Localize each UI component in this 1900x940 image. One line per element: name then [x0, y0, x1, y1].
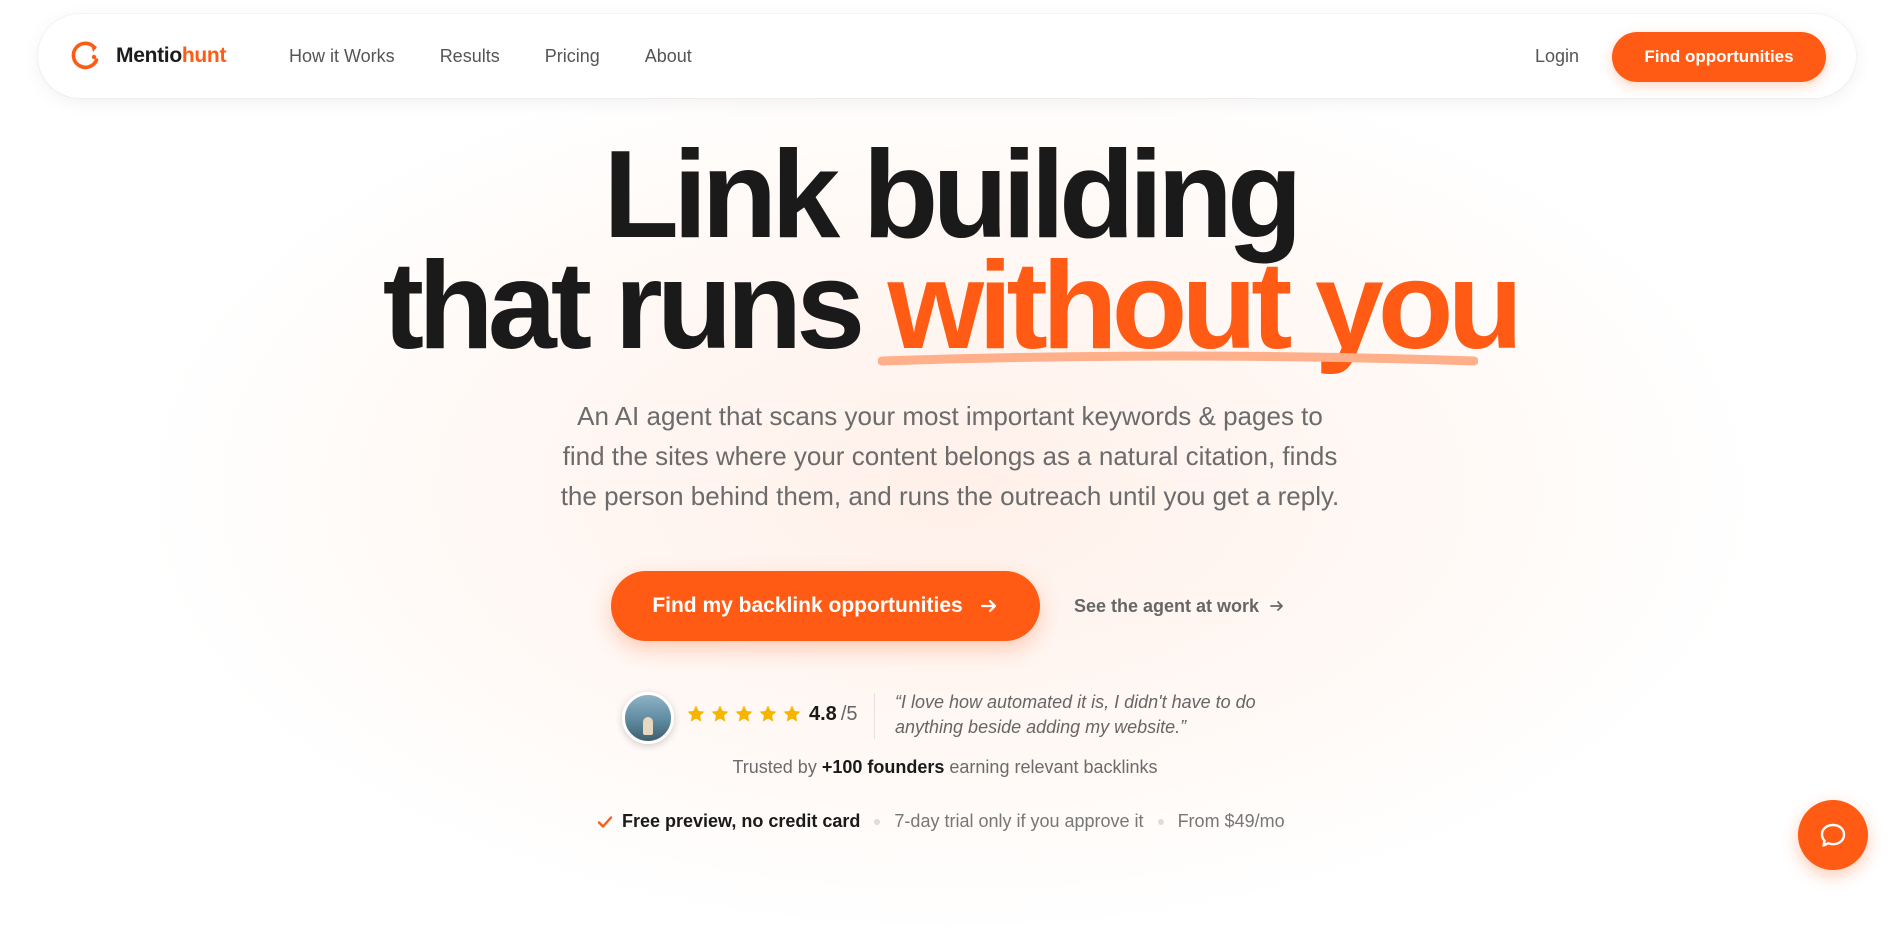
top-navbar: Mentiohunt How it Works Results Pricing … — [38, 14, 1856, 98]
see-agent-at-work-link[interactable]: See the agent at work — [1074, 592, 1285, 620]
nav-link-about[interactable]: About — [645, 46, 692, 67]
hero-subtitle-line2: find the sites where your content belong… — [562, 441, 1338, 471]
trusted-by-text: Trusted by +100 founders earning relevan… — [0, 757, 1890, 778]
rating-number: 4.8 — [809, 703, 837, 725]
brand-name-part1: Mentio — [116, 44, 182, 67]
find-backlink-opportunities-button[interactable]: Find my backlink opportunities — [611, 571, 1040, 641]
rating-scale: /5 — [840, 703, 858, 725]
hero-subtitle-line3: the person behind them, and runs the out… — [560, 481, 1340, 511]
testimonial-quote: “I love how automated it is, I didn't ha… — [895, 690, 1315, 740]
rating-value: 4.8/5 — [809, 703, 858, 726]
star-icon — [783, 705, 801, 722]
chat-bubble-icon — [1820, 823, 1846, 847]
divider — [874, 693, 875, 739]
star-icon — [759, 705, 777, 722]
hero-subtitle-line1: An AI agent that scans your most importa… — [577, 401, 1323, 431]
title-underline-decoration — [878, 351, 1478, 366]
find-opportunities-button[interactable]: Find opportunities — [1612, 32, 1826, 82]
feature-list: Free preview, no credit card 7-day trial… — [596, 811, 1285, 832]
feature-price: From $49/mo — [1177, 811, 1285, 831]
hero-subtitle: An AI agent that scans your most importa… — [500, 396, 1400, 516]
nav-link-pricing[interactable]: Pricing — [545, 46, 600, 67]
nav-links: How it Works Results Pricing About — [289, 14, 737, 98]
hero-title-plain: that runs — [382, 237, 865, 375]
star-icon — [687, 705, 705, 722]
arrow-right-icon — [1270, 601, 1283, 611]
login-link[interactable]: Login — [1535, 14, 1579, 98]
quote-line2: anything beside adding my website.” — [895, 717, 1187, 737]
mentiohunt-logo-icon — [71, 41, 99, 70]
brand-name: Mentiohunt — [116, 44, 226, 68]
trusted-suffix: earning relevant backlinks — [949, 757, 1158, 777]
nav-link-how-it-works[interactable]: How it Works — [289, 46, 395, 67]
check-icon — [597, 815, 613, 828]
feature-trial: 7-day trial only if you approve it — [894, 811, 1144, 831]
quote-line1: “I love how automated it is, I didn't ha… — [895, 692, 1256, 712]
rating-stars — [686, 704, 806, 724]
primary-cta-label: Find my backlink opportunities — [652, 594, 963, 617]
nav-link-results[interactable]: Results — [440, 46, 500, 67]
trusted-count: +100 founders — [821, 757, 945, 777]
brand-name-part2: hunt — [181, 44, 227, 67]
chat-launcher-button[interactable] — [1798, 800, 1868, 870]
secondary-cta-label: See the agent at work — [1074, 595, 1260, 616]
arrow-right-icon — [980, 599, 996, 613]
star-icon — [711, 705, 729, 722]
feature-free-preview: Free preview, no credit card — [622, 811, 861, 831]
separator-dot — [1157, 818, 1164, 825]
star-icon — [735, 705, 753, 722]
separator-dot — [874, 818, 881, 825]
avatar — [622, 692, 674, 744]
brand-logo[interactable]: Mentiohunt — [68, 38, 226, 74]
trusted-prefix: Trusted by — [732, 757, 817, 777]
